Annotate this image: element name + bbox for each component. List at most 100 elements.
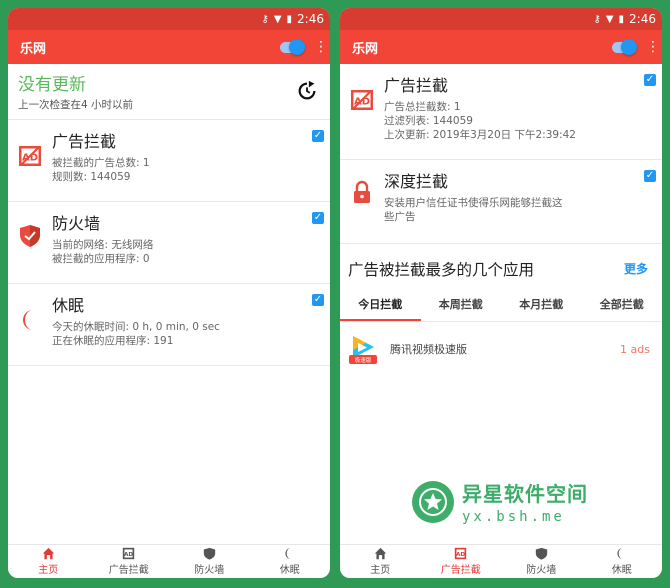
svg-text:AD: AD (124, 552, 133, 558)
sleep-checkbox[interactable]: ✓ (312, 294, 324, 306)
moon-icon (285, 547, 292, 560)
bottom-nav: 主页 AD 广告拦截 防火墙 休眠 (8, 544, 330, 578)
watermark: 异星软件空间 yx.bsh.me (412, 478, 588, 525)
nav-label: 主页 (38, 565, 59, 576)
nav-sleep[interactable]: 休眠 (582, 545, 663, 578)
wifi-icon: ▼ (605, 13, 614, 25)
update-title: 没有更新 (18, 75, 86, 95)
ad-block-icon: AD (351, 90, 373, 110)
svg-text:AD: AD (456, 552, 465, 558)
tencent-video-icon: 极速版 (348, 334, 378, 364)
tab-month[interactable]: 本月拦截 (501, 290, 582, 321)
app-title: 乐网 (20, 41, 47, 57)
nav-label: 广告拦截 (440, 565, 481, 576)
more-button[interactable]: 更多 (624, 260, 648, 277)
tab-today[interactable]: 今日拦截 (340, 290, 421, 321)
card-title: 防火墙 (52, 214, 101, 233)
ad-block-checkbox[interactable]: ✓ (312, 130, 324, 142)
status-bar: ⚷ ▼ ▮ 2:46 (340, 8, 662, 30)
card-title: 休眠 (52, 296, 85, 315)
phone-screen-home: ⚷ ▼ ▮ 2:46 乐网 ⋮ 没有更新 上一次检查在4 小时以前 AD 广告拦… (8, 8, 330, 578)
ad-block-icon: AD (19, 146, 41, 166)
bottom-nav: 主页 AD 广告拦截 防火墙 休眠 (340, 544, 662, 578)
nav-firewall[interactable]: 防火墙 (169, 545, 250, 578)
status-time: 2:46 (297, 12, 324, 26)
top-apps-title: 广告被拦截最多的几个应用 (348, 261, 535, 279)
shield-icon (535, 547, 547, 560)
home-icon (374, 547, 386, 560)
nav-label: 防火墙 (194, 565, 225, 576)
ad-block-icon: AD (455, 547, 467, 560)
app-title: 乐网 (352, 41, 379, 57)
moon-icon (23, 310, 33, 330)
watermark-title: 异星软件空间 (462, 482, 588, 506)
status-time: 2:46 (629, 12, 656, 26)
update-subtitle: 上一次检查在4 小时以前 (18, 99, 134, 111)
update-status: 没有更新 上一次检查在4 小时以前 (8, 64, 330, 120)
card-title: 广告拦截 (384, 76, 449, 95)
app-ads-count: 1 ads (620, 342, 650, 356)
status-bar: ⚷ ▼ ▮ 2:46 (8, 8, 330, 30)
card-detail: 正在休眠的应用程序: 191 (52, 335, 174, 347)
card-detail: 规则数: 144059 (52, 171, 131, 183)
card-ad-block[interactable]: AD 广告拦截 被拦截的广告总数: 1 规则数: 144059 ✓ (8, 120, 330, 202)
card-detail: 被拦截的应用程序: 0 (52, 253, 150, 265)
protection-toggle[interactable] (280, 38, 305, 55)
wifi-icon: ▼ (273, 13, 282, 25)
card-sleep[interactable]: 休眠 今天的休眠时间: 0 h, 0 min, 0 sec 正在休眠的应用程序:… (8, 284, 330, 366)
card-detail: 安装用户信任证书使得乐网能够拦截这 (384, 197, 563, 209)
ad-block-checkbox[interactable]: ✓ (644, 74, 656, 86)
card-detail: 广告总拦截数: 1 (384, 101, 461, 113)
app-bar: 乐网 ⋮ (340, 30, 662, 64)
home-icon (42, 547, 54, 560)
app-bar: 乐网 ⋮ (8, 30, 330, 64)
nav-home[interactable]: 主页 (340, 545, 421, 578)
card-detail: 被拦截的广告总数: 1 (52, 157, 150, 169)
key-icon: ⚷ (261, 13, 269, 25)
tab-week[interactable]: 本周拦截 (421, 290, 502, 321)
list-item[interactable]: 极速版 腾讯视频极速版 1 ads (340, 322, 662, 366)
phone-screen-ad-block: ⚷ ▼ ▮ 2:46 乐网 ⋮ AD 广告拦截 广告总拦截数: 1 过滤列表: … (340, 8, 662, 578)
ad-block-icon: AD (123, 547, 135, 560)
battery-icon: ▮ (618, 13, 625, 25)
card-deep-block[interactable]: 深度拦截 安装用户信任证书使得乐网能够拦截这 些广告 ✓ (340, 160, 662, 244)
shield-icon (20, 225, 40, 247)
nav-label: 休眠 (279, 565, 300, 576)
refresh-icon[interactable] (296, 80, 318, 102)
tab-all[interactable]: 全部拦截 (582, 290, 663, 321)
card-detail: 些广告 (384, 211, 416, 223)
card-detail: 上次更新: 2019年3月20日 下午2:39:42 (384, 129, 576, 141)
lock-icon (354, 180, 370, 203)
nav-label: 休眠 (611, 565, 632, 576)
nav-sleep[interactable]: 休眠 (250, 545, 331, 578)
firewall-checkbox[interactable]: ✓ (312, 212, 324, 224)
card-title: 深度拦截 (384, 172, 449, 191)
nav-label: 主页 (370, 565, 391, 576)
nav-ad-block[interactable]: AD 广告拦截 (421, 545, 502, 578)
app-name: 腾讯视频极速版 (390, 343, 467, 356)
period-tabs: 今日拦截 本周拦截 本月拦截 全部拦截 (340, 290, 662, 322)
card-detail: 当前的网络: 无线网络 (52, 239, 154, 251)
card-detail: 过滤列表: 144059 (384, 115, 473, 127)
card-ad-block-stats[interactable]: AD 广告拦截 广告总拦截数: 1 过滤列表: 144059 上次更新: 201… (340, 64, 662, 160)
more-options-icon[interactable]: ⋮ (646, 40, 660, 54)
watermark-url: yx.bsh.me (462, 509, 565, 525)
nav-ad-block[interactable]: AD 广告拦截 (89, 545, 170, 578)
deep-block-checkbox[interactable]: ✓ (644, 170, 656, 182)
app-badge-label: 极速版 (355, 356, 372, 364)
battery-icon: ▮ (286, 13, 293, 25)
key-icon: ⚷ (593, 13, 601, 25)
nav-firewall[interactable]: 防火墙 (501, 545, 582, 578)
protection-toggle[interactable] (612, 38, 637, 55)
nav-home[interactable]: 主页 (8, 545, 89, 578)
moon-icon (617, 547, 624, 560)
top-apps-header: 广告被拦截最多的几个应用 更多 (340, 244, 662, 284)
card-firewall[interactable]: 防火墙 当前的网络: 无线网络 被拦截的应用程序: 0 ✓ (8, 202, 330, 284)
more-options-icon[interactable]: ⋮ (314, 40, 328, 54)
card-title: 广告拦截 (52, 132, 117, 151)
card-detail: 今天的休眠时间: 0 h, 0 min, 0 sec (52, 321, 220, 333)
nav-label: 广告拦截 (108, 565, 149, 576)
shield-icon (203, 547, 215, 560)
nav-label: 防火墙 (526, 565, 557, 576)
star-logo-icon (412, 480, 454, 523)
